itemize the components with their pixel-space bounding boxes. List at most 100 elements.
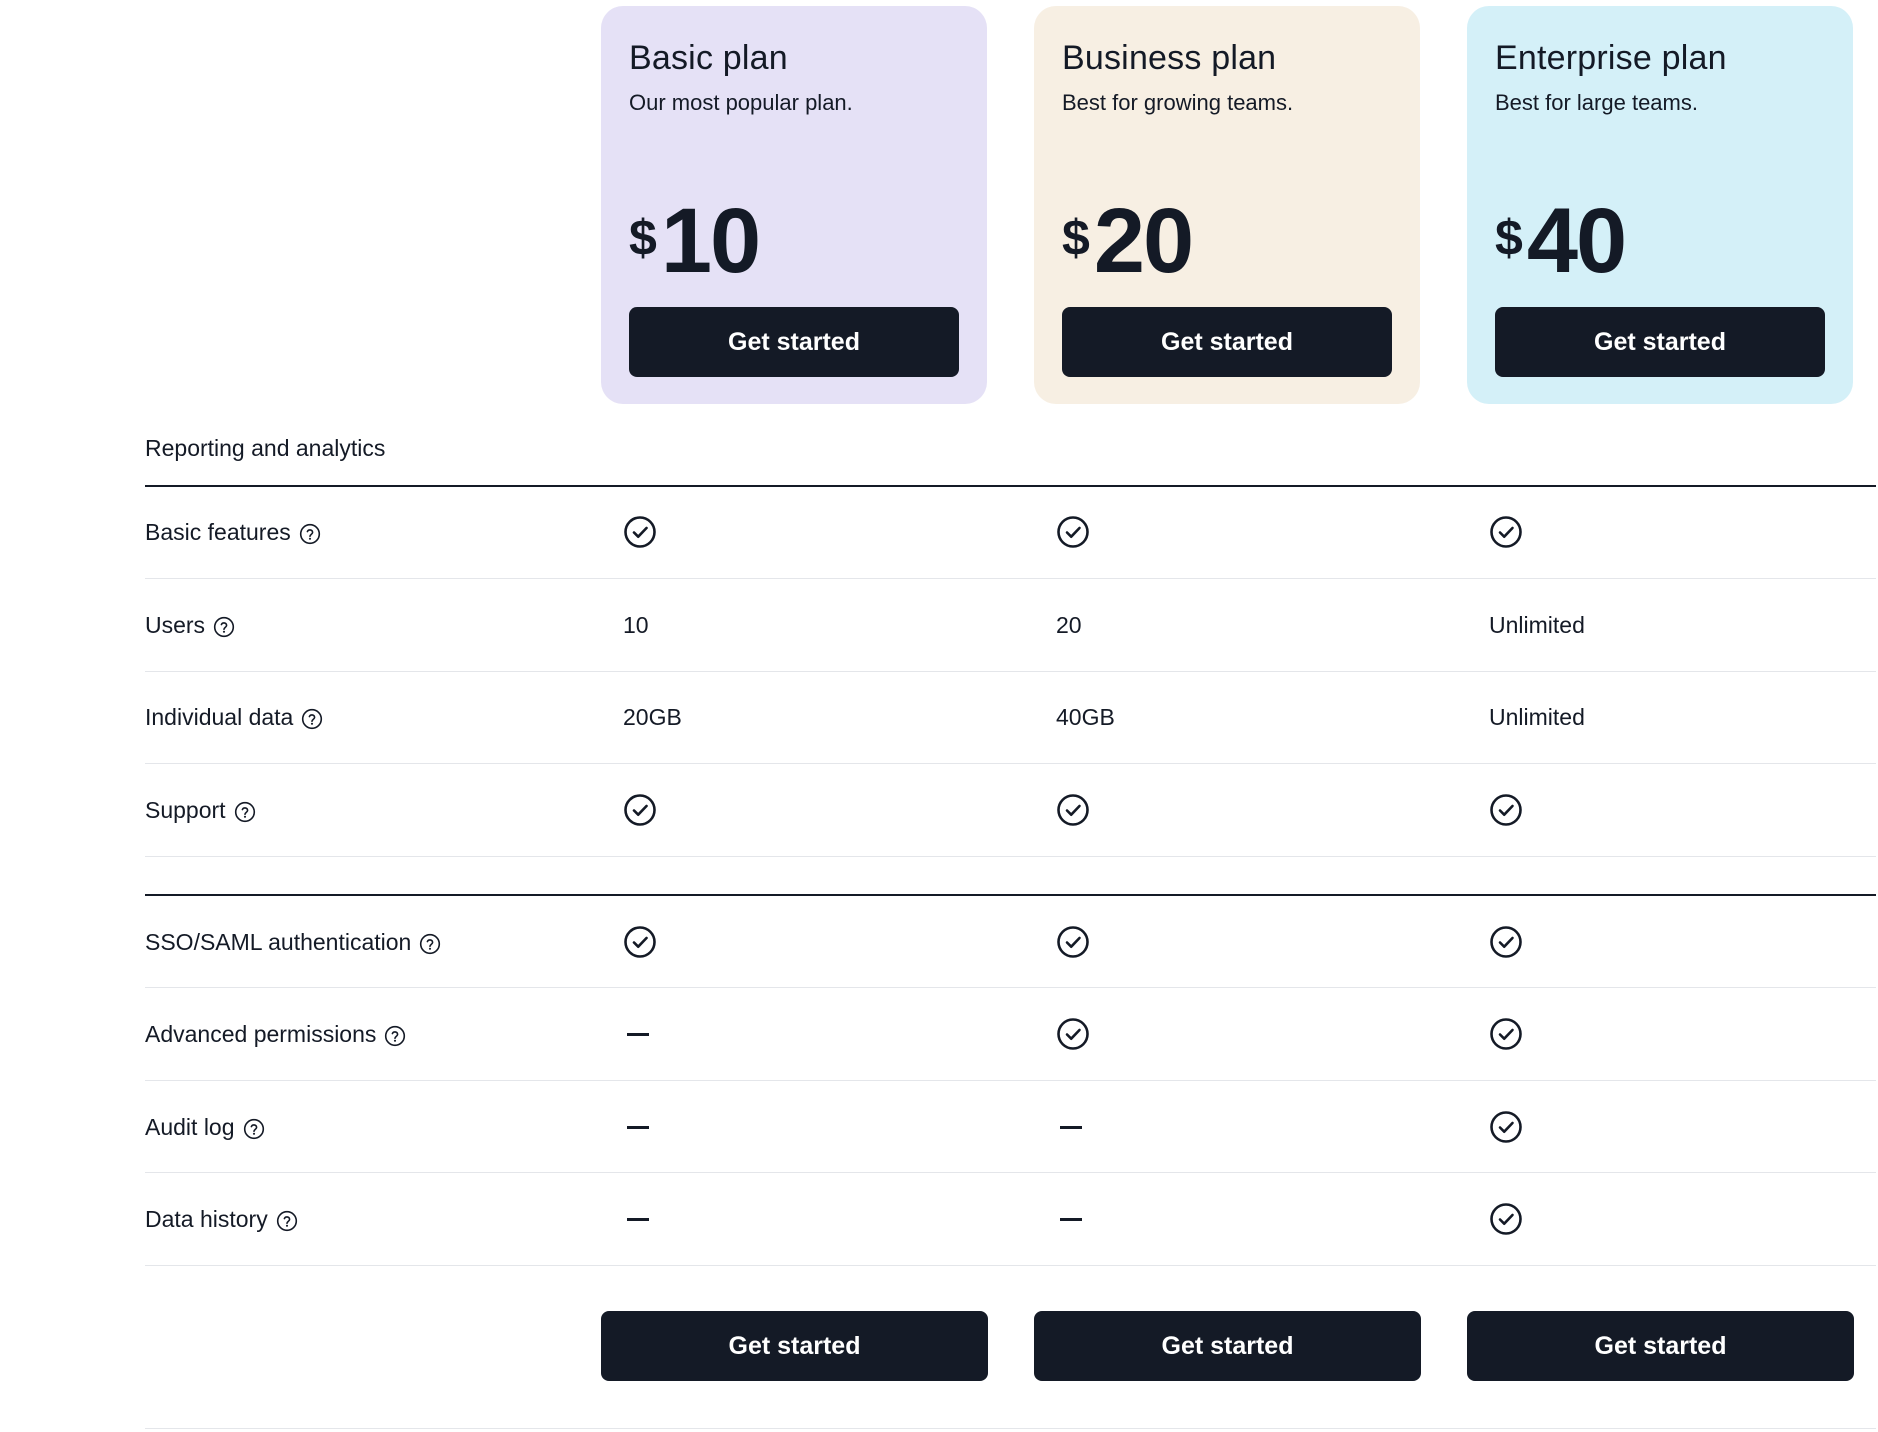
help-circle-icon[interactable] [301, 706, 323, 730]
feature-label-text: Audit log [145, 1114, 235, 1140]
plan-price: $ 40 [1495, 190, 1627, 292]
check-circle-icon [623, 793, 657, 827]
feature-row-label: Basic features [145, 516, 321, 548]
plan-price: $ 20 [1062, 190, 1194, 292]
plan-name: Business plan [1062, 39, 1277, 77]
check-circle-icon [623, 925, 657, 959]
get-started-button-basic[interactable]: Get started [629, 307, 959, 377]
dash-icon [627, 1217, 649, 1221]
check-circle-icon [1056, 925, 1090, 959]
dash-icon [627, 1125, 649, 1129]
section-title: Reporting and analytics [145, 435, 386, 461]
plan-description: Best for large teams. [1495, 90, 1698, 115]
dash-icon [623, 1202, 649, 1236]
feature-row-label: Advanced permissions [145, 1018, 406, 1050]
row-divider [145, 856, 1876, 857]
feature-row-label: SSO/SAML authentication [145, 926, 441, 958]
dash-icon [623, 1017, 649, 1051]
get-started-button-basic-bottom[interactable]: Get started [601, 1311, 988, 1381]
check-circle-icon [1489, 1110, 1523, 1144]
help-circle-icon[interactable] [213, 614, 235, 638]
price-amount: 10 [660, 190, 761, 292]
feature-row-label: Support [145, 794, 256, 826]
currency-symbol: $ [1495, 210, 1523, 266]
feature-row-label: Data history [145, 1203, 298, 1235]
feature-value: Unlimited [1489, 611, 1585, 638]
dash-icon [1056, 1110, 1082, 1144]
get-started-button-business[interactable]: Get started [1062, 307, 1392, 377]
section-divider [145, 894, 1876, 896]
check-circle-icon [1489, 1017, 1523, 1051]
check-circle-icon [1056, 1017, 1090, 1051]
check-circle-icon [1489, 1202, 1523, 1236]
get-started-button-enterprise[interactable]: Get started [1495, 307, 1825, 377]
help-circle-icon[interactable] [419, 931, 441, 955]
feature-row-label: Audit log [145, 1111, 265, 1143]
row-divider [145, 987, 1876, 988]
check-circle-icon [1489, 793, 1523, 827]
check-circle-icon [1489, 1110, 1523, 1144]
get-started-button-enterprise-bottom[interactable]: Get started [1467, 1311, 1854, 1381]
feature-label-text: Individual data [145, 704, 294, 730]
help-circle-icon[interactable] [299, 521, 321, 545]
check-circle-icon [1489, 925, 1523, 959]
feature-value: 10 [623, 611, 649, 638]
check-circle-icon [1489, 1202, 1523, 1236]
feature-value: Unlimited [1489, 703, 1585, 730]
feature-value: 20 [1056, 611, 1082, 638]
check-circle-icon [1489, 793, 1523, 827]
row-divider [145, 578, 1876, 579]
table-bottom-divider [145, 1428, 1876, 1429]
price-amount: 40 [1526, 190, 1627, 292]
dash-icon [1056, 1202, 1082, 1236]
plan-description: Best for growing teams. [1062, 90, 1294, 115]
feature-label-text: SSO/SAML authentication [145, 929, 412, 955]
dash-icon [627, 1032, 649, 1036]
help-circle-icon[interactable] [234, 799, 256, 823]
check-circle-icon [1056, 515, 1090, 549]
plan-price: $ 10 [629, 190, 761, 292]
row-divider [145, 1080, 1876, 1081]
check-circle-icon [1056, 1017, 1090, 1051]
currency-symbol: $ [1062, 210, 1090, 266]
feature-row-label: Individual data [145, 701, 323, 733]
check-circle-icon [1489, 515, 1523, 549]
row-divider [145, 671, 1876, 672]
plan-name: Enterprise plan [1495, 39, 1727, 77]
price-amount: 20 [1093, 190, 1194, 292]
feature-label-text: Basic features [145, 519, 291, 545]
check-circle-icon [623, 515, 657, 549]
feature-label-text: Advanced permissions [145, 1021, 377, 1047]
feature-row-label: Users [145, 609, 235, 641]
check-circle-icon [1489, 515, 1523, 549]
help-circle-icon[interactable] [243, 1116, 265, 1140]
row-divider [145, 1265, 1876, 1266]
plan-description: Our most popular plan. [629, 90, 853, 115]
check-circle-icon [623, 793, 657, 827]
dash-icon [1060, 1217, 1082, 1221]
check-circle-icon [1056, 925, 1090, 959]
feature-label-text: Data history [145, 1206, 268, 1232]
help-circle-icon[interactable] [276, 1208, 298, 1232]
check-circle-icon [1056, 793, 1090, 827]
row-divider [145, 763, 1876, 764]
check-circle-icon [1489, 1017, 1523, 1051]
row-divider [145, 1172, 1876, 1173]
plan-card-business: Business plan Best for growing teams. $ … [1034, 6, 1420, 404]
check-circle-icon [1056, 793, 1090, 827]
help-circle-icon[interactable] [384, 1023, 406, 1047]
feature-value: 40GB [1056, 703, 1115, 730]
section-divider [145, 485, 1876, 487]
check-circle-icon [1489, 925, 1523, 959]
get-started-button-business-bottom[interactable]: Get started [1034, 1311, 1421, 1381]
feature-value: 20GB [623, 703, 682, 730]
currency-symbol: $ [629, 210, 657, 266]
dash-icon [1060, 1125, 1082, 1129]
plan-card-enterprise: Enterprise plan Best for large teams. $ … [1467, 6, 1853, 404]
dash-icon [623, 1110, 649, 1144]
feature-label-text: Support [145, 797, 226, 823]
check-circle-icon [623, 925, 657, 959]
check-circle-icon [1056, 515, 1090, 549]
check-circle-icon [623, 515, 657, 549]
plan-name: Basic plan [629, 39, 788, 77]
